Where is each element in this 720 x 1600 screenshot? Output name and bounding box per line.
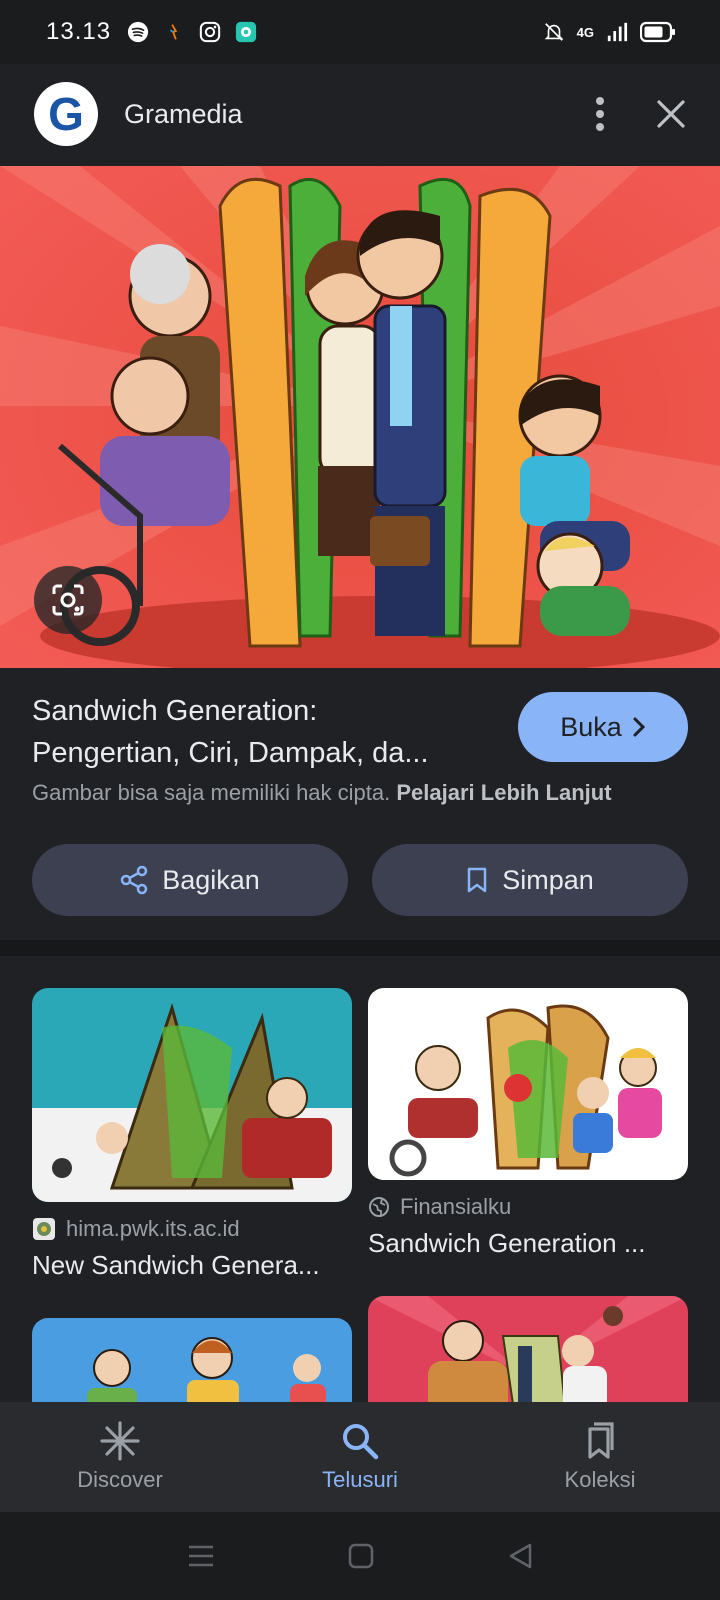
nav-collections[interactable]: Koleksi	[480, 1402, 720, 1512]
sandwich-generation-illustration	[0, 166, 720, 668]
status-bar: 13.13 4G	[0, 0, 720, 64]
related-thumbnail[interactable]	[368, 988, 688, 1180]
signal-icon	[607, 22, 628, 42]
related-source-name: Finansialku	[400, 1194, 512, 1219]
site-logo-letter: G	[48, 88, 84, 140]
preview-image[interactable]	[0, 166, 720, 668]
related-image-2	[368, 988, 688, 1180]
related-source: hima.pwk.its.ac.id	[32, 1216, 352, 1242]
messaging-app-icon	[235, 21, 257, 43]
open-button-label: Buka	[560, 711, 622, 742]
copyright-text: Gambar bisa saja memiliki hak cipta.	[32, 780, 391, 805]
related-title[interactable]: Sandwich Generation ...	[368, 1228, 688, 1259]
related-title[interactable]: New Sandwich Genera...	[32, 1250, 352, 1281]
app-icon	[169, 24, 178, 40]
site-logo[interactable]: G	[34, 82, 98, 146]
share-button[interactable]: Bagikan	[32, 844, 348, 916]
close-icon[interactable]	[656, 99, 686, 129]
related-thumbnail[interactable]	[32, 1318, 352, 1402]
result-title-line1: Sandwich Generation:	[32, 695, 318, 727]
learn-more-link[interactable]: Pelajari Lebih Lanjut	[396, 780, 611, 805]
section-divider	[0, 940, 720, 956]
more-options-icon[interactable]	[594, 96, 606, 132]
nav-collections-label: Koleksi	[564, 1467, 636, 1492]
instagram-icon	[199, 21, 221, 43]
system-navigation-bar	[0, 1512, 720, 1600]
status-time: 13.13	[46, 18, 112, 45]
network-type: 4G	[576, 24, 594, 40]
asterisk-icon	[100, 1421, 140, 1461]
nav-search[interactable]: Telusuri	[240, 1402, 480, 1512]
site-name[interactable]: Gramedia	[124, 99, 243, 130]
result-title[interactable]: Sandwich Generation: Pengertian, Ciri, D…	[32, 690, 502, 774]
spotify-icon	[127, 21, 149, 43]
search-icon	[343, 1424, 379, 1460]
related-source-name: hima.pwk.its.ac.id	[66, 1216, 240, 1241]
save-button[interactable]: Simpan	[372, 844, 688, 916]
back-icon[interactable]	[507, 1542, 533, 1570]
lens-icon	[52, 584, 84, 616]
mute-icon	[544, 23, 563, 41]
save-button-label: Simpan	[502, 864, 594, 895]
share-button-label: Bagikan	[162, 864, 260, 895]
collections-icon	[588, 1422, 614, 1459]
menu-icon[interactable]	[187, 1544, 215, 1568]
related-image-4	[368, 1296, 688, 1402]
copyright-notice: Gambar bisa saja memiliki hak cipta. Pel…	[32, 780, 612, 806]
related-thumbnail[interactable]	[32, 988, 352, 1202]
globe-icon	[369, 1197, 389, 1217]
related-image-1	[32, 988, 352, 1202]
related-thumbnail[interactable]	[368, 1296, 688, 1402]
related-image-3	[32, 1318, 352, 1402]
nav-discover[interactable]: Discover	[0, 1402, 240, 1512]
google-lens-button[interactable]	[34, 566, 102, 634]
related-source: Finansialku	[368, 1194, 688, 1220]
battery-icon	[640, 21, 675, 43]
site-favicon	[33, 1218, 55, 1240]
bookmark-icon	[467, 867, 487, 893]
chevron-right-icon	[633, 717, 645, 737]
related-card[interactable]: Finansialku Sandwich Generation ...	[368, 988, 688, 1259]
related-card[interactable]: hima.pwk.its.ac.id New Sandwich Genera..…	[32, 988, 352, 1281]
image-viewer-header: G Gramedia	[0, 64, 720, 164]
share-icon	[120, 865, 148, 895]
nav-discover-label: Discover	[77, 1467, 163, 1492]
related-card[interactable]	[368, 1296, 688, 1402]
home-icon[interactable]	[348, 1543, 374, 1569]
result-title-line2: Pengertian, Ciri, Dampak, da...	[32, 737, 429, 769]
nav-search-label: Telusuri	[322, 1467, 398, 1492]
related-images-grid: hima.pwk.its.ac.id New Sandwich Genera..…	[0, 956, 720, 1402]
result-info-panel: Sandwich Generation: Pengertian, Ciri, D…	[0, 668, 720, 940]
bottom-navigation: Discover Telusuri Koleksi	[0, 1402, 720, 1512]
open-button[interactable]: Buka	[518, 692, 688, 762]
related-card[interactable]	[32, 1318, 352, 1402]
